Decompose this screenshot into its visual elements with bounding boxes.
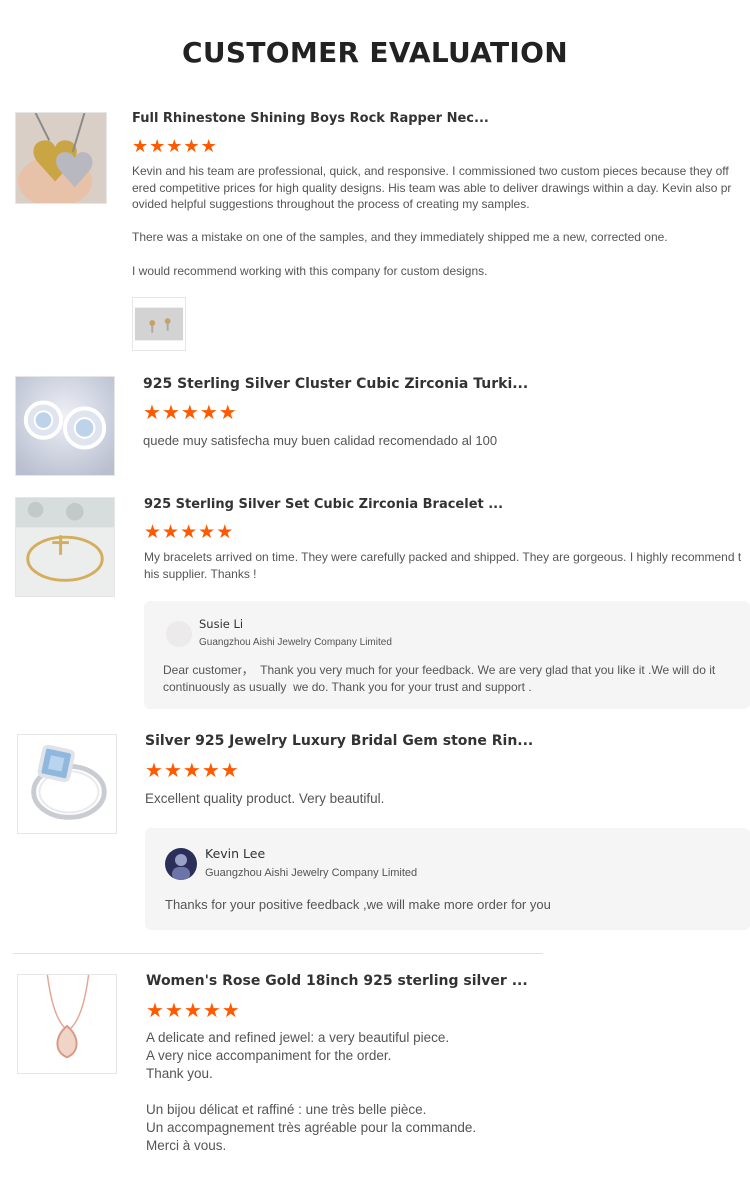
star-rating: ★ ★ ★ ★ ★ (146, 1001, 240, 1021)
star-rating: ★ ★ ★ ★ ★ (143, 403, 237, 423)
reply-author-name: Kevin Lee (205, 846, 266, 861)
bracelet-photo-icon[interactable] (15, 497, 115, 597)
star-icon: ★ (146, 1000, 164, 1022)
product-title[interactable]: 925 Sterling Silver Cluster Cubic Zircon… (143, 376, 528, 392)
star-icon: ★ (164, 1000, 183, 1022)
star-icon: ★ (182, 760, 201, 782)
star-icon: ★ (132, 136, 149, 156)
stud-earrings-photo-icon[interactable] (15, 376, 115, 476)
star-icon: ★ (166, 136, 183, 156)
review-text: Excellent quality product. Very beautifu… (145, 791, 385, 806)
star-icon: ★ (198, 522, 216, 543)
reply-text: Thanks for your positive feedback ,we wi… (165, 897, 551, 912)
reply-company: Guangzhou Aishi Jewelry Company Limited (199, 637, 392, 648)
star-icon: ★ (143, 402, 161, 424)
star-icon: ★ (183, 1000, 202, 1022)
star-icon: ★ (145, 760, 163, 782)
star-icon: ★ (180, 402, 199, 424)
reply-author-name: Susie Li (199, 617, 244, 631)
seller-reply: Susie Li Guangzhou Aishi Jewelry Company… (144, 601, 750, 709)
product-title[interactable]: Women's Rose Gold 18inch 925 sterling si… (146, 973, 528, 989)
review-text: My bracelets arrived on time. They were … (144, 550, 742, 581)
star-rating: ★ ★ ★ ★ ★ (145, 761, 239, 781)
reply-text: Dear customer， Thank you very much for y… (163, 663, 719, 694)
page-title: CUSTOMER EVALUATION (182, 36, 568, 69)
rose-gold-pendant-photo-icon[interactable] (17, 974, 117, 1074)
star-icon: ★ (161, 402, 180, 424)
gemstone-ring-photo-icon[interactable] (17, 734, 117, 834)
star-icon: ★ (202, 1000, 221, 1022)
star-icon: ★ (183, 136, 200, 156)
star-icon: ★ (216, 522, 234, 543)
section-divider (13, 953, 543, 954)
star-icon: ★ (221, 1000, 240, 1022)
product-title[interactable]: Silver 925 Jewelry Luxury Bridal Gem sto… (145, 733, 533, 749)
review-text: quede muy satisfecha muy buen calidad re… (143, 433, 498, 448)
star-rating: ★ ★ ★ ★ ★ (132, 137, 217, 155)
reply-company: Guangzhou Aishi Jewelry Company Limited (205, 867, 418, 879)
avatar (166, 621, 192, 647)
star-icon: ★ (163, 760, 182, 782)
review-text: A delicate and refined jewel: a very bea… (146, 1030, 477, 1153)
star-icon: ★ (220, 760, 239, 782)
star-icon: ★ (201, 760, 220, 782)
star-icon: ★ (199, 402, 218, 424)
star-rating: ★ ★ ★ ★ ★ (144, 523, 233, 542)
star-icon: ★ (180, 522, 198, 543)
star-icon: ★ (200, 136, 217, 156)
star-icon: ★ (218, 402, 237, 424)
product-title[interactable]: Full Rhinestone Shining Boys Rock Rapper… (132, 111, 489, 126)
review-text: Kevin and his team are professional, qui… (132, 164, 732, 278)
star-icon: ★ (144, 522, 162, 543)
product-title[interactable]: 925 Sterling Silver Set Cubic Zirconia B… (144, 497, 503, 512)
seller-reply: Kevin Lee Guangzhou Aishi Jewelry Compan… (145, 828, 750, 930)
avatar (165, 848, 197, 880)
star-icon: ★ (162, 522, 180, 543)
star-icon: ★ (149, 136, 166, 156)
earring-photo-icon[interactable] (132, 297, 186, 351)
heart-necklace-photo-icon[interactable] (15, 112, 107, 204)
